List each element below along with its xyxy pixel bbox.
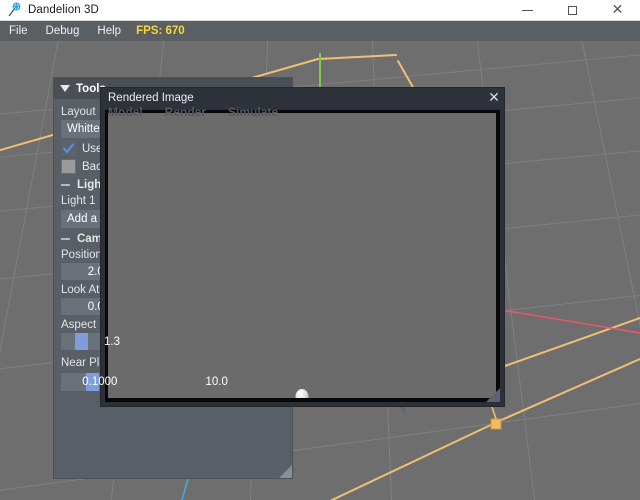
maximize-icon[interactable] (550, 0, 595, 20)
minimize-icon[interactable] (505, 0, 550, 20)
ghost-tab-render: Render (164, 105, 207, 119)
far-plane-value: 10.0 (205, 376, 228, 388)
fps-counter: FPS: 670 (136, 25, 185, 37)
menubar: File Debug Help FPS: 670 (0, 21, 640, 41)
dandelion-icon (6, 2, 22, 18)
os-window-title: Dandelion 3D (28, 4, 99, 16)
rendered-image-canvas[interactable] (108, 113, 496, 398)
ghost-tab-model: Model (108, 105, 143, 119)
ghost-tab-simulate: Simulate (228, 105, 279, 119)
dash-icon[interactable] (61, 238, 70, 240)
color-swatch-icon[interactable] (61, 159, 76, 174)
resize-grip-icon[interactable] (279, 465, 292, 478)
menu-item-debug[interactable]: Debug (37, 21, 89, 41)
close-icon[interactable]: ✕ (484, 88, 504, 108)
os-titlebar[interactable]: Dandelion 3D ✕ (0, 0, 640, 21)
close-icon[interactable]: ✕ (595, 0, 640, 20)
rendered-image-window: Rendered Image ✕ (101, 88, 504, 406)
resize-grip-icon[interactable] (486, 388, 500, 402)
dash-icon[interactable] (61, 184, 70, 186)
application-window: Model Render Simulate Tools Layout Whitt… (0, 0, 640, 500)
menu-item-file[interactable]: File (0, 21, 37, 41)
rendered-image-title: Rendered Image (108, 92, 194, 104)
ghost-tab-bar: Model Render Simulate (108, 105, 278, 119)
slider-handle[interactable] (75, 333, 88, 350)
menu-item-help[interactable]: Help (88, 21, 130, 41)
near-plane-value: 0.1000 (82, 376, 118, 388)
triangle-down-icon[interactable] (60, 85, 70, 92)
aspect-ratio-value: 1.3 (104, 335, 120, 348)
rendered-object-blob (295, 389, 309, 398)
rendered-image-frame (105, 110, 500, 402)
checkbox-checked-icon[interactable] (61, 141, 76, 156)
